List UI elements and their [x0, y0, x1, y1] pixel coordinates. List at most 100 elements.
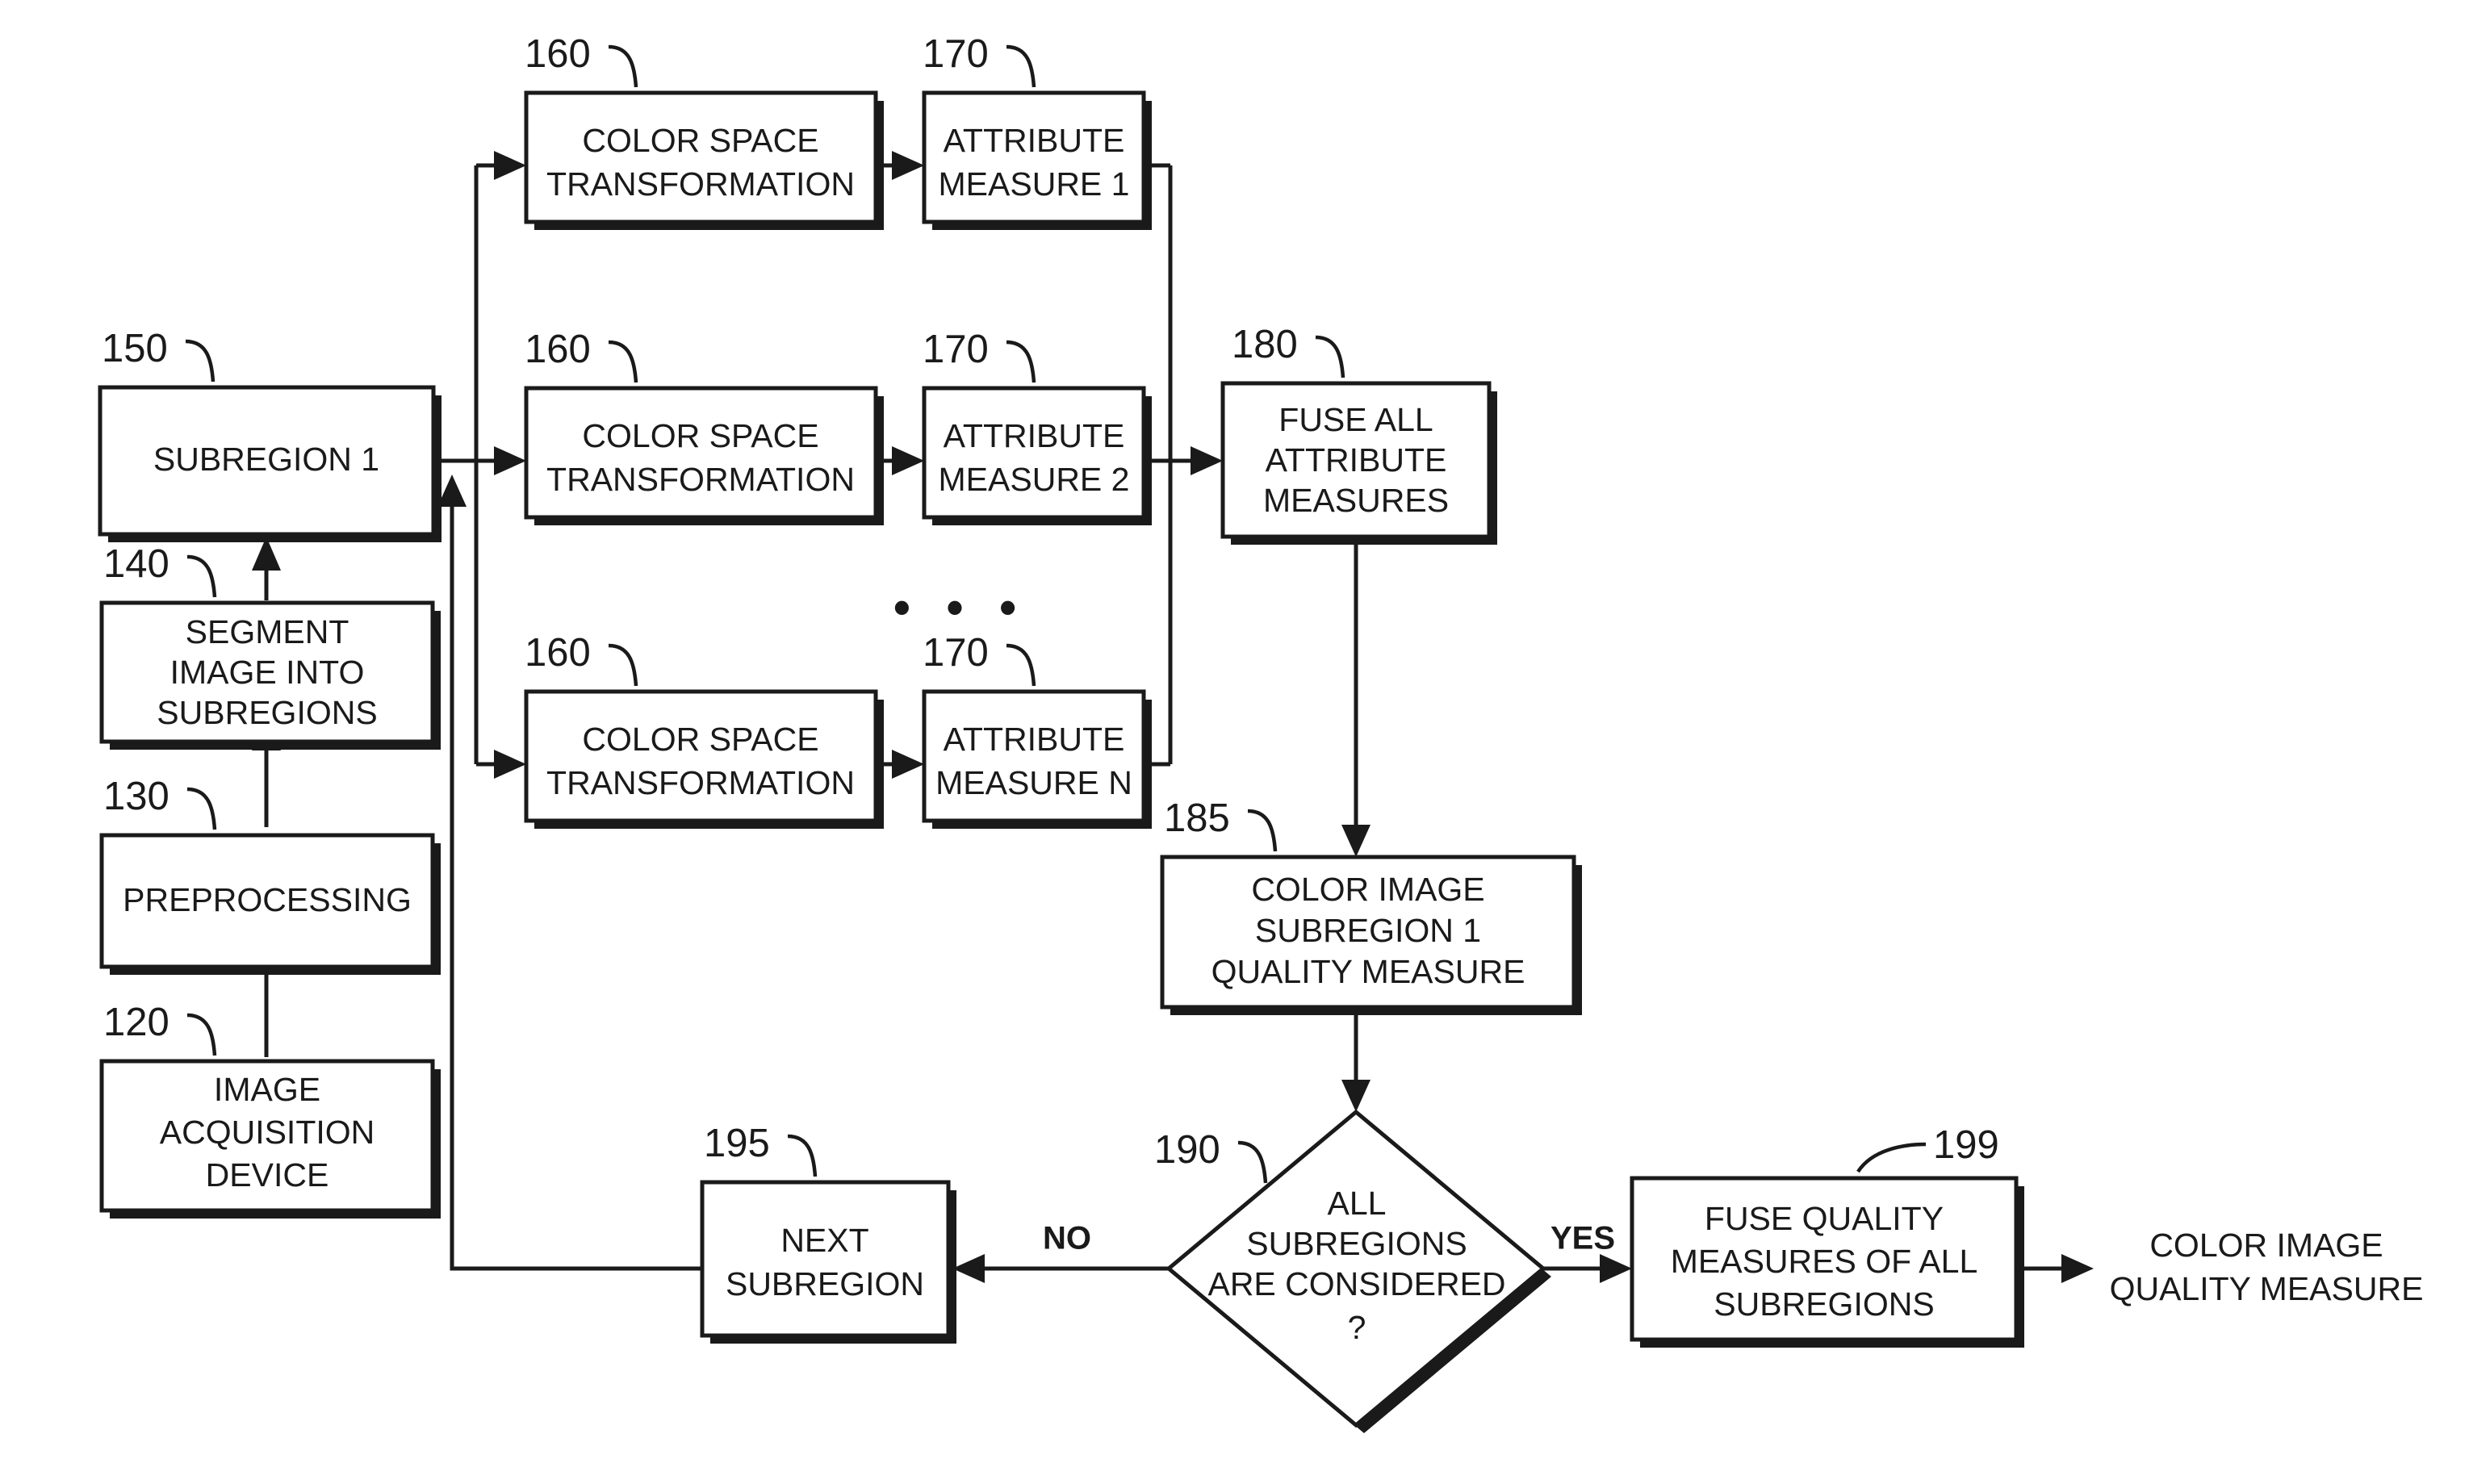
- ref-number-170-row2: 170: [923, 328, 1036, 383]
- arrowhead-cstN: [494, 750, 526, 779]
- arrowhead-final-output: [2061, 1254, 2094, 1283]
- arrowhead-attrN: [892, 750, 924, 779]
- leader-line: [1237, 1140, 1268, 1184]
- ref-number-160-row1: 160: [525, 32, 638, 88]
- ref-number-text: 150: [102, 327, 168, 370]
- node-label-line3: SUBREGIONS: [1714, 1285, 1934, 1323]
- leader-line: [1247, 809, 1278, 852]
- node-color-space-transformation-2[interactable]: COLOR SPACE TRANSFORMATION: [524, 386, 884, 525]
- arrowhead-cst1: [494, 151, 526, 180]
- leader-line: [1006, 643, 1036, 687]
- ref-number-text: 130: [103, 775, 169, 818]
- node-label-line1: SEGMENT: [186, 613, 349, 650]
- ref-number-text: 160: [525, 328, 591, 371]
- ref-number-text: 140: [103, 542, 169, 586]
- node-label-line2: ACQUISITION: [160, 1114, 375, 1151]
- node-label-line1: FUSE QUALITY: [1705, 1200, 1944, 1237]
- node-label-line2: SUBREGION: [726, 1265, 924, 1302]
- arrowhead-quality: [1341, 825, 1371, 857]
- leader-line: [1315, 335, 1345, 378]
- node-label-line2: MEASURE 2: [939, 461, 1130, 498]
- node-subregion-1[interactable]: SUBREGION 1: [98, 385, 441, 542]
- node-label-line1: PREPROCESSING: [123, 881, 412, 918]
- leader-line: [185, 339, 216, 382]
- ref-number-text: 170: [923, 328, 989, 371]
- arrowhead-attr2: [892, 446, 924, 475]
- node-label-line1: IMAGE: [214, 1071, 320, 1108]
- final-output-line1: COLOR IMAGE: [2149, 1227, 2383, 1264]
- node-label-line2: SUBREGIONS: [1246, 1225, 1467, 1262]
- ref-number-160-rowN: 160: [525, 631, 638, 687]
- node-fuse-all-attribute-measures[interactable]: FUSE ALL ATTRIBUTE MEASURES: [1220, 381, 1497, 545]
- ref-number-text: 170: [923, 631, 989, 675]
- ref-number-190: 190: [1154, 1128, 1268, 1184]
- flowchart-canvas: IMAGE ACQUISITION DEVICE 120 PREPROCESSI…: [0, 0, 2469, 1484]
- leader-line: [608, 643, 638, 687]
- node-label-line2: TRANSFORMATION: [546, 764, 855, 801]
- ref-number-text: 170: [923, 32, 989, 76]
- leader-line: [186, 554, 217, 598]
- node-segment-image[interactable]: SEGMENT IMAGE INTO SUBREGIONS: [99, 600, 441, 750]
- node-attribute-measure-1[interactable]: ATTRIBUTE MEASURE 1: [922, 90, 1152, 230]
- ref-number-150: 150: [102, 327, 216, 382]
- node-fuse-quality-measures[interactable]: FUSE QUALITY MEASURES OF ALL SUBREGIONS: [1630, 1176, 2024, 1348]
- ref-number-text: 195: [704, 1122, 770, 1165]
- ref-number-text: 160: [525, 32, 591, 76]
- ref-number-199: 199: [1856, 1123, 1999, 1173]
- node-preprocessing[interactable]: PREPROCESSING: [99, 833, 441, 975]
- leader-line: [608, 44, 638, 88]
- node-color-space-transformation-n[interactable]: COLOR SPACE TRANSFORMATION: [524, 689, 884, 829]
- node-label-line2: SUBREGION 1: [1255, 912, 1481, 949]
- node-label-line1: SUBREGION 1: [153, 441, 379, 478]
- ref-number-170-row1: 170: [923, 32, 1036, 88]
- arrowhead-next-subregion: [952, 1254, 985, 1283]
- node-final-output-label: COLOR IMAGE QUALITY MEASURE: [2110, 1227, 2424, 1307]
- node-label-line1: NEXT: [780, 1222, 868, 1259]
- node-label-line1: FUSE ALL: [1278, 401, 1433, 438]
- node-label-line3: QUALITY MEASURE: [1211, 953, 1525, 990]
- arrowhead-fuse-attr: [1191, 446, 1223, 475]
- ref-number-text: 180: [1232, 323, 1298, 366]
- ellipsis-indicator: • • •: [893, 580, 1027, 634]
- node-label-line3: DEVICE: [206, 1156, 329, 1193]
- arrowhead-decision: [1341, 1080, 1371, 1112]
- ref-number-120: 120: [103, 1001, 217, 1056]
- node-label-line1: ALL: [1328, 1185, 1387, 1222]
- node-label-line2: MEASURES OF ALL: [1671, 1243, 1978, 1280]
- node-label-line1: COLOR SPACE: [582, 721, 818, 758]
- node-image-acquisition-device[interactable]: IMAGE ACQUISITION DEVICE: [99, 1059, 441, 1219]
- node-decision-all-subregions[interactable]: ALL SUBREGIONS ARE CONSIDERED ?: [1165, 1109, 1551, 1433]
- node-label-line3: SUBREGIONS: [157, 694, 377, 731]
- ref-number-185: 185: [1164, 796, 1278, 852]
- arrowhead-cst2: [494, 446, 526, 475]
- final-output-line2: QUALITY MEASURE: [2110, 1270, 2424, 1307]
- node-label-line1: ATTRIBUTE: [944, 721, 1125, 758]
- edge-label-yes: YES: [1550, 1221, 1615, 1256]
- ref-number-text: 190: [1154, 1128, 1220, 1172]
- edge-feedback-loop: [450, 500, 702, 1271]
- box-outline: [700, 1180, 951, 1338]
- node-attribute-measure-2[interactable]: ATTRIBUTE MEASURE 2: [922, 386, 1152, 525]
- arrowhead-feedback-subregion: [437, 474, 467, 507]
- leader-line: [1006, 340, 1036, 383]
- node-color-space-transformation-1[interactable]: COLOR SPACE TRANSFORMATION: [524, 90, 884, 230]
- node-subregion-quality-measure[interactable]: COLOR IMAGE SUBREGION 1 QUALITY MEASURE: [1160, 855, 1582, 1015]
- leader-line: [787, 1134, 818, 1177]
- flowchart-svg: IMAGE ACQUISITION DEVICE 120 PREPROCESSI…: [98, 32, 2424, 1433]
- node-label-line2: TRANSFORMATION: [546, 165, 855, 203]
- node-label-line4: ?: [1348, 1309, 1366, 1346]
- node-next-subregion[interactable]: NEXT SUBREGION: [700, 1180, 956, 1344]
- arrowhead-fuse-quality: [1600, 1254, 1632, 1283]
- leader-line: [1006, 44, 1036, 88]
- arrowhead-attr1: [892, 151, 924, 180]
- leader-line: [186, 787, 217, 830]
- node-label-line3: MEASURES: [1263, 482, 1449, 519]
- ref-number-text: 199: [1933, 1123, 1999, 1167]
- leader-line: [608, 340, 638, 383]
- ref-number-160-row2: 160: [525, 328, 638, 383]
- leader-line: [186, 1013, 217, 1056]
- node-label-line1: ATTRIBUTE: [944, 122, 1125, 159]
- node-attribute-measure-n[interactable]: ATTRIBUTE MEASURE N: [922, 689, 1152, 829]
- ref-number-text: 120: [103, 1001, 169, 1044]
- node-label-line1: COLOR SPACE: [582, 122, 818, 159]
